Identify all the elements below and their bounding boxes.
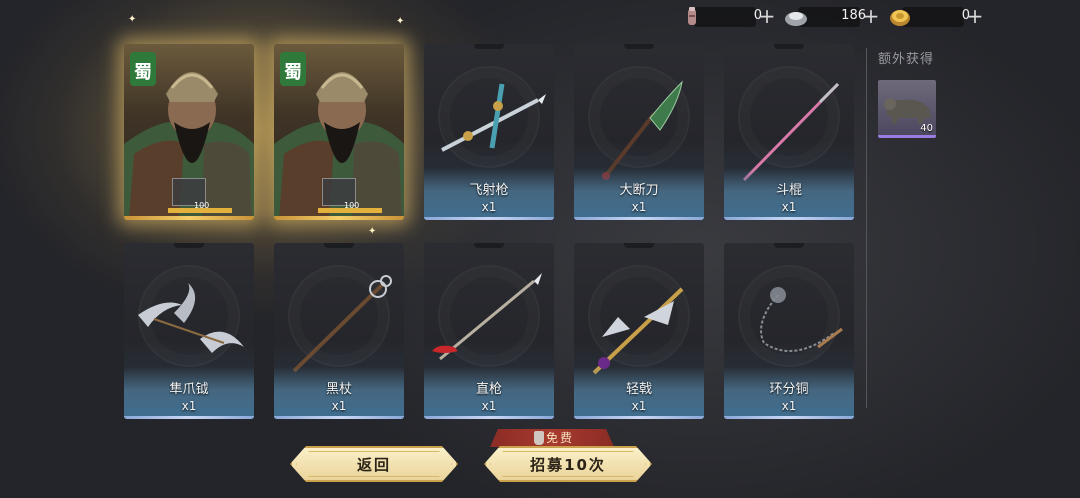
sparkle-icon: ✦	[396, 16, 405, 27]
gold-coin-icon	[890, 10, 910, 26]
extra-rewards-title: 额外获得	[878, 52, 935, 67]
rarity-line	[724, 416, 854, 419]
rarity-line	[274, 416, 404, 419]
currency-amount: 0	[753, 8, 762, 23]
currency-amount: 0	[961, 8, 970, 23]
currency-gold: 0 +	[888, 4, 983, 30]
faction-badge: 蜀	[134, 62, 152, 83]
weapon-qty: x1	[481, 200, 497, 214]
currency-scroll: 0 +	[680, 4, 775, 30]
rarity-line	[574, 217, 704, 220]
weapon-card[interactable]: 隼爪钺 x1	[124, 243, 254, 419]
add-currency-button[interactable]: +	[758, 5, 776, 27]
silver-ingot-icon	[785, 12, 807, 26]
currency-bar: 0 + 186 + 0 +	[680, 4, 1080, 30]
weapon-name: 飞射枪	[469, 183, 509, 198]
weapon-card[interactable]: 轻戟 x1	[574, 243, 704, 419]
weapon-qty: x1	[631, 200, 647, 214]
weapon-card[interactable]: 大断刀 x1	[574, 44, 704, 220]
weapon-name: 大断刀	[619, 183, 659, 198]
weapon-name: 黑杖	[325, 382, 352, 397]
faction-badge: 蜀	[284, 62, 302, 83]
rarity-line	[274, 216, 404, 220]
rarity-line	[124, 416, 254, 419]
weapon-card[interactable]: 黑杖 x1	[274, 243, 404, 419]
weapon-card[interactable]: 环分铜 x1	[724, 243, 854, 419]
rarity-line	[424, 217, 554, 220]
weapon-name: 隼爪钺	[169, 382, 209, 397]
free-tag: 免费	[490, 429, 614, 447]
weapon-qty: x1	[631, 399, 647, 413]
weapon-card[interactable]: 飞射枪 x1	[424, 44, 554, 220]
weapon-qty: x1	[331, 399, 347, 413]
currency-silver: 186 +	[784, 4, 879, 30]
weapon-card[interactable]: 斗棍 x1	[724, 44, 854, 220]
weapon-name: 斗棍	[775, 183, 802, 198]
weapon-name: 环分铜	[769, 382, 809, 397]
weapon-name: 直枪	[475, 382, 502, 397]
hero-card[interactable]: 蜀 100	[124, 44, 254, 220]
weapon-qty: x1	[181, 399, 197, 413]
reward-count: 40	[920, 123, 933, 134]
extra-reward-item[interactable]: 40	[878, 80, 936, 138]
currency-amount: 186	[841, 8, 866, 23]
weapon-qty: x1	[781, 399, 797, 413]
recruit-ticket-icon	[534, 431, 544, 445]
sparkle-icon: ✦	[128, 14, 137, 25]
add-currency-button[interactable]: +	[862, 5, 880, 27]
back-button-label: 返回	[356, 455, 391, 474]
weapon-qty: x1	[781, 200, 797, 214]
shard-count: 100	[344, 201, 360, 210]
scroll-token-icon	[688, 7, 696, 25]
weapon-card[interactable]: 直枪 x1	[424, 243, 554, 419]
rarity-line	[424, 416, 554, 419]
rarity-line	[724, 217, 854, 220]
add-currency-button[interactable]: +	[966, 5, 984, 27]
weapon-name: 轻戟	[625, 382, 652, 397]
weapon-qty: x1	[481, 399, 497, 413]
sparkle-icon: ✦	[368, 226, 377, 237]
back-button[interactable]: 返回	[290, 446, 458, 482]
recruit-ten-button[interactable]: 招募10次	[484, 446, 652, 482]
rarity-line	[124, 216, 254, 220]
side-divider	[866, 48, 867, 408]
hero-card[interactable]: 蜀 100	[274, 44, 404, 220]
free-tag-label: 免费	[545, 431, 574, 445]
shard-count: 100	[194, 201, 210, 210]
rarity-line	[574, 416, 704, 419]
recruit-button-label: 招募10次	[530, 455, 606, 474]
